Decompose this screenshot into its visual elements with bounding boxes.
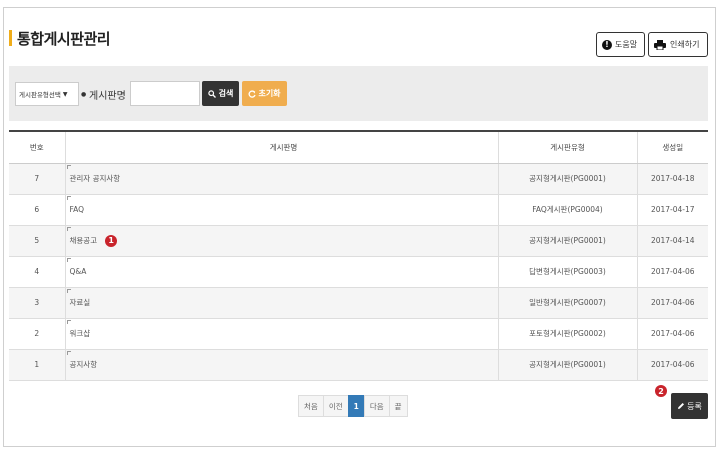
- table-row[interactable]: 3 자료실 일반형게시판(PG0007) 2017-04-06: [9, 287, 708, 319]
- page-next-button[interactable]: 다음: [363, 395, 390, 417]
- row-number: 6: [9, 194, 66, 226]
- page-prev-button[interactable]: 이전: [322, 395, 349, 417]
- row-board-type: 일반형게시판(PG0007): [498, 287, 638, 319]
- register-button[interactable]: 등록: [671, 393, 708, 419]
- row-board-name[interactable]: 관리자 공지사항: [70, 174, 121, 183]
- row-board-name[interactable]: 자료실: [70, 298, 91, 307]
- row-board-type: 공지형게시판(PG0001): [498, 225, 638, 257]
- row-board-type: 포토형게시판(PG0002): [498, 318, 638, 350]
- row-board-name[interactable]: 공지사항: [70, 360, 98, 369]
- refresh-icon: [249, 89, 257, 98]
- column-header-board-name[interactable]: 게시판명: [65, 130, 499, 164]
- help-button-label: 도움말: [615, 40, 638, 49]
- search-icon: [207, 89, 216, 98]
- row-board-type: FAQ게시판(PG0004): [498, 194, 638, 226]
- table-header-row: 번호 게시판명 게시판유형 생성일: [9, 130, 708, 164]
- corner-mark: [66, 350, 71, 355]
- row-board-name-cell[interactable]: 공지사항: [65, 349, 499, 381]
- corner-mark: [66, 226, 71, 231]
- row-created-date: 2017-04-17: [637, 194, 708, 226]
- row-number: 1: [9, 349, 66, 381]
- pagination: 처음 이전 1 다음 끝: [298, 395, 408, 417]
- title-accent-bar: [9, 30, 12, 46]
- column-header-created-date[interactable]: 생성일: [637, 130, 708, 164]
- row-created-date: 2017-04-14: [637, 225, 708, 257]
- row-board-name-cell[interactable]: Q&A: [65, 256, 499, 288]
- row-board-name-cell[interactable]: 채용공고 1: [65, 225, 499, 257]
- help-button[interactable]: ! 도움말: [596, 32, 645, 57]
- board-type-select-value: 게시판유형선택: [19, 91, 61, 99]
- row-number: 5: [9, 225, 66, 257]
- column-header-number[interactable]: 번호: [9, 130, 66, 164]
- annotation-marker-2: 2: [655, 385, 667, 397]
- search-panel: 게시판유형선택 ▼ ● 게시판명 검색 초기화: [9, 66, 708, 121]
- row-number: 2: [9, 318, 66, 350]
- printer-icon: [654, 39, 666, 50]
- row-board-type: 공지형게시판(PG0001): [498, 349, 638, 381]
- corner-mark: [66, 195, 71, 200]
- caret-down-icon: ▼: [62, 90, 68, 98]
- column-header-board-type[interactable]: 게시판유형: [498, 130, 638, 164]
- board-type-select[interactable]: 게시판유형선택 ▼: [15, 82, 79, 106]
- row-board-name-cell[interactable]: 워크샵: [65, 318, 499, 350]
- print-button[interactable]: 인쇄하기: [648, 32, 708, 57]
- row-created-date: 2017-04-06: [637, 349, 708, 381]
- row-board-name[interactable]: Q&A: [70, 267, 87, 276]
- row-created-date: 2017-04-06: [637, 256, 708, 288]
- reset-button[interactable]: 초기화: [242, 81, 287, 106]
- row-number: 4: [9, 256, 66, 288]
- row-board-name-cell[interactable]: 자료실: [65, 287, 499, 319]
- corner-mark: [66, 288, 71, 293]
- page-header: 통합게시판관리: [9, 28, 111, 48]
- table-row[interactable]: 7 관리자 공지사항 공지형게시판(PG0001) 2017-04-18: [9, 163, 708, 195]
- table-row[interactable]: 4 Q&A 답변형게시판(PG0003) 2017-04-06: [9, 256, 708, 288]
- row-board-type: 공지형게시판(PG0001): [498, 163, 638, 195]
- register-button-label: 등록: [687, 401, 702, 411]
- corner-mark: [66, 257, 71, 262]
- table-row[interactable]: 6 FAQ FAQ게시판(PG0004) 2017-04-17: [9, 194, 708, 226]
- row-board-name[interactable]: 워크샵: [70, 329, 91, 338]
- row-board-name[interactable]: 채용공고: [70, 236, 98, 245]
- reset-button-label: 초기화: [258, 89, 281, 98]
- board-name-label: 게시판명: [89, 91, 126, 102]
- search-button[interactable]: 검색: [202, 81, 239, 106]
- table-row[interactable]: 2 워크샵 포토형게시판(PG0002) 2017-04-06: [9, 318, 708, 350]
- corner-mark: [66, 319, 71, 324]
- board-table: 번호 게시판명 게시판유형 생성일 7 관리자 공지사항 공지형게시판(PG00…: [9, 130, 708, 381]
- row-created-date: 2017-04-06: [637, 287, 708, 319]
- row-number: 7: [9, 163, 66, 195]
- row-board-name-cell[interactable]: FAQ: [65, 194, 499, 226]
- row-created-date: 2017-04-18: [637, 163, 708, 195]
- row-number: 3: [9, 287, 66, 319]
- table-row[interactable]: 5 채용공고 1 공지형게시판(PG0001) 2017-04-14: [9, 225, 708, 257]
- row-board-name-cell[interactable]: 관리자 공지사항: [65, 163, 499, 195]
- page-current-button[interactable]: 1: [347, 395, 365, 417]
- row-board-name[interactable]: FAQ: [70, 205, 85, 214]
- pencil-icon: [678, 403, 685, 409]
- page-title: 통합게시판관리: [17, 29, 111, 48]
- page-first-button[interactable]: 처음: [298, 395, 324, 417]
- table-row[interactable]: 1 공지사항 공지형게시판(PG0001) 2017-04-06: [9, 349, 708, 381]
- annotation-marker-1: 1: [105, 234, 118, 247]
- row-created-date: 2017-04-06: [637, 318, 708, 350]
- bullet-icon: ●: [81, 91, 87, 98]
- board-name-input[interactable]: [130, 81, 200, 106]
- row-board-type: 답변형게시판(PG0003): [498, 256, 638, 288]
- page-last-button[interactable]: 끝: [388, 395, 408, 417]
- print-button-label: 인쇄하기: [670, 40, 700, 49]
- corner-mark: [66, 164, 71, 169]
- exclamation-icon: !: [602, 39, 612, 50]
- search-button-label: 검색: [218, 89, 234, 98]
